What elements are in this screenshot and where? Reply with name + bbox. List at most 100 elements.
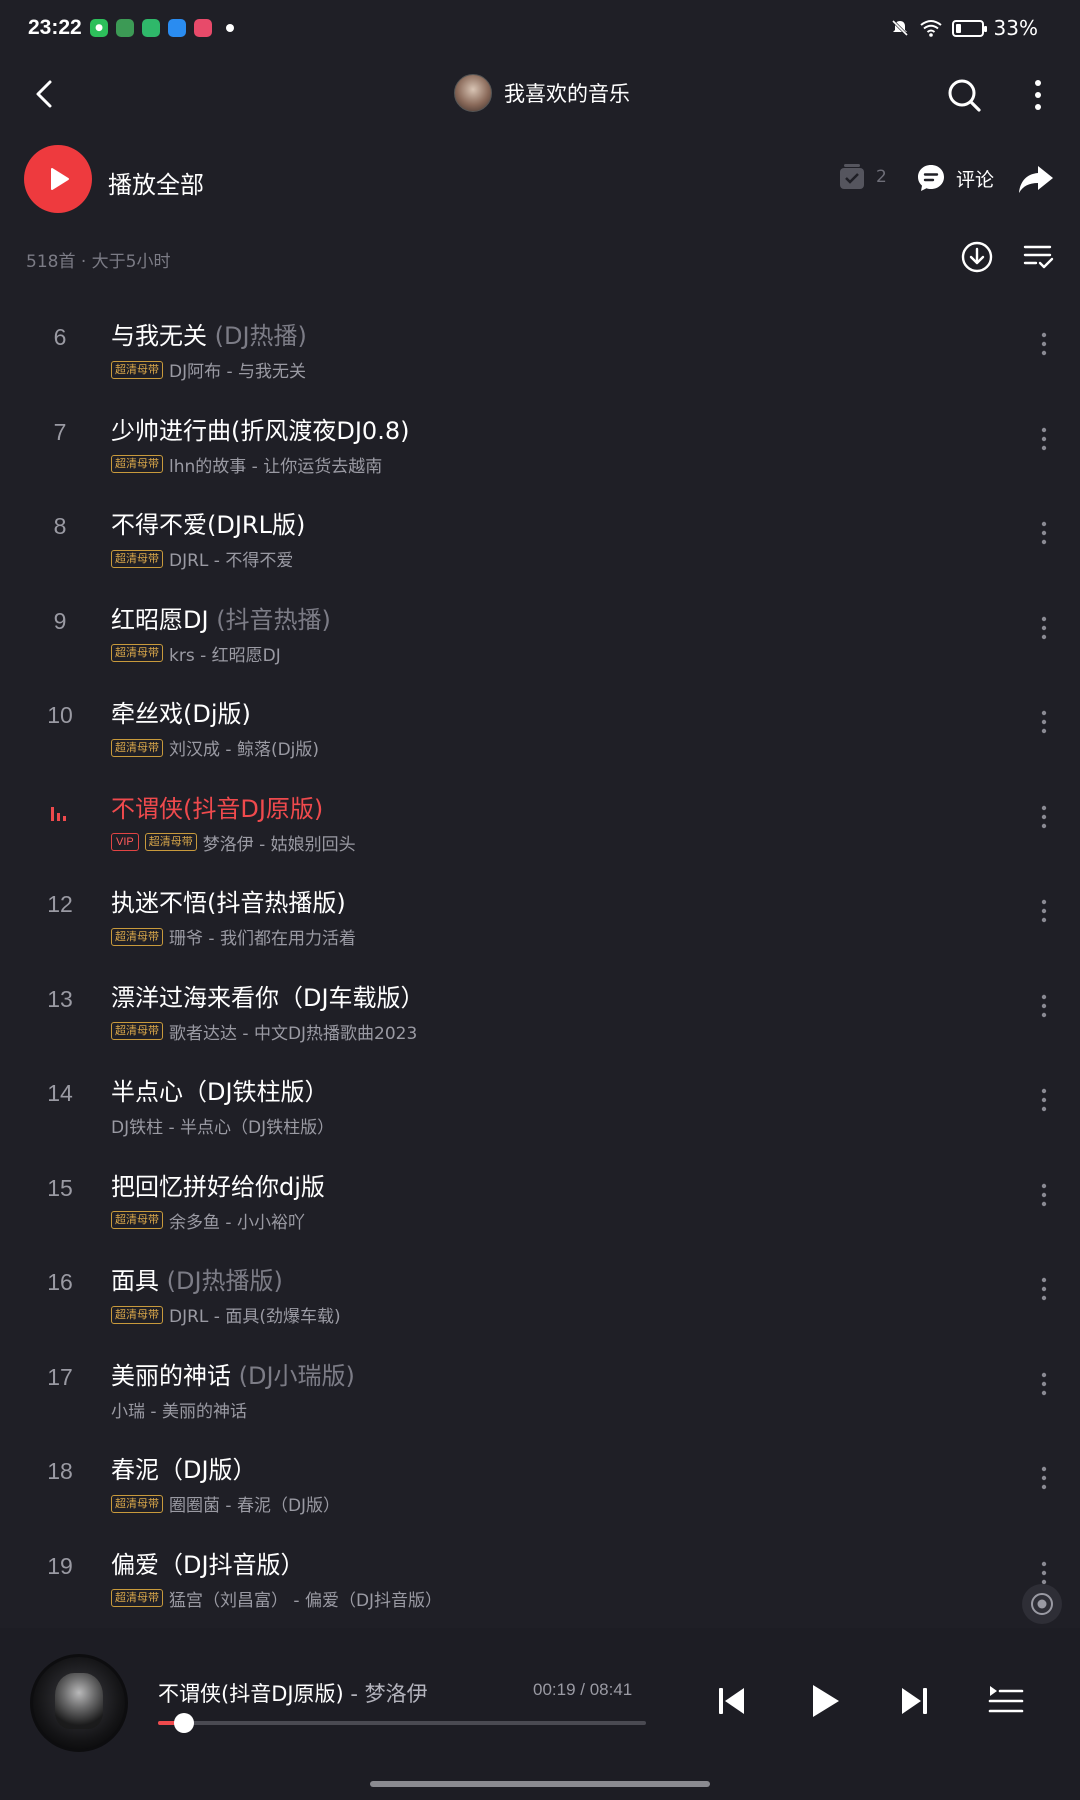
battery-percent: 33% bbox=[993, 16, 1038, 40]
song-artist-album: krs - 红昭愿DJ bbox=[169, 645, 281, 666]
song-artist-album: 猛宫（刘昌富） - 偏爱（DJ抖音版） bbox=[169, 1590, 443, 1611]
song-title: 不谓侠(抖音DJ原版) bbox=[111, 794, 324, 823]
home-indicator[interactable] bbox=[370, 1781, 710, 1787]
more-icon[interactable] bbox=[1036, 1464, 1052, 1492]
song-title-line: 与我无关 (DJ热播) bbox=[111, 316, 307, 351]
more-icon[interactable] bbox=[1036, 1275, 1052, 1303]
song-title: 面具 bbox=[111, 1267, 159, 1295]
song-row[interactable]: 15 把回忆拼好给你dj版 超清母带 余多鱼 - 小小裕吖 bbox=[0, 1147, 1080, 1241]
song-artist-album: 圈圈菌 - 春泥（DJ版） bbox=[169, 1496, 341, 1516]
more-icon[interactable] bbox=[1036, 425, 1052, 453]
search-button[interactable] bbox=[944, 75, 984, 115]
song-artist-album: DJRL - 面具(劲爆车载) bbox=[169, 1307, 341, 1327]
playlist-header[interactable]: 我喜欢的音乐 bbox=[454, 74, 630, 112]
song-meta-line: 超清母带 DJ阿布 - 与我无关 bbox=[111, 357, 306, 382]
song-row[interactable]: 8 不得不爱(DJRL版) 超清母带 DJRL - 不得不爱 bbox=[0, 485, 1080, 579]
song-title-line: 不谓侠(抖音DJ原版) bbox=[111, 789, 323, 824]
song-row[interactable]: 13 漂洋过海来看你（DJ车载版） 超清母带 歌者达达 - 中文DJ热播歌曲2023 bbox=[0, 958, 1080, 1052]
qq-icon bbox=[168, 19, 186, 37]
wifi-icon bbox=[919, 20, 942, 37]
song-title-suffix: (DJ热播) bbox=[207, 322, 307, 350]
quality-badge: 超清母带 bbox=[111, 455, 163, 473]
song-title-line: 偏爱（DJ抖音版） bbox=[111, 1545, 305, 1580]
song-title: 不得不爱(DJRL版) bbox=[111, 511, 306, 539]
multiselect-icon bbox=[1023, 245, 1054, 269]
queue-button[interactable] bbox=[988, 1684, 1024, 1718]
more-icon[interactable] bbox=[1036, 1086, 1052, 1114]
song-row[interactable]: 16 面具 (DJ热播版) 超清母带 DJRL - 面具(劲爆车载) bbox=[0, 1241, 1080, 1335]
song-row[interactable]: 19 偏爱（DJ抖音版） 超清母带 猛宫（刘昌富） - 偏爱（DJ抖音版） bbox=[0, 1525, 1080, 1619]
quality-badge: 超清母带 bbox=[111, 644, 163, 662]
more-icon[interactable] bbox=[1036, 519, 1052, 547]
song-row[interactable]: 7 少帅进行曲(折风渡夜DJ0.8) 超清母带 lhn的故事 - 让你运货去越南 bbox=[0, 391, 1080, 485]
comment-label: 评论 bbox=[956, 168, 995, 191]
song-meta-line: VIP 超清母带 梦洛伊 - 姑娘别回头 bbox=[111, 830, 356, 855]
song-title-suffix: (抖音热播) bbox=[208, 605, 331, 634]
song-title-line: 红昭愿DJ (抖音热播) bbox=[111, 600, 331, 635]
more-icon[interactable] bbox=[1036, 614, 1052, 642]
song-row[interactable]: 10 牵丝戏(Dj版) 超清母带 刘汉成 - 鲸落(Dj版) bbox=[0, 674, 1080, 768]
more-icon[interactable] bbox=[1036, 1370, 1052, 1398]
song-index: 7 bbox=[53, 418, 67, 445]
song-title-line: 美丽的神话 (DJ小瑞版) bbox=[111, 1356, 355, 1391]
song-row[interactable]: 18 春泥（DJ版） 超清母带 圈圈菌 - 春泥（DJ版） bbox=[0, 1430, 1080, 1524]
more-icon bbox=[1035, 80, 1041, 110]
song-row[interactable]: 14 半点心（DJ铁柱版） DJ铁柱 - 半点心（DJ铁柱版） bbox=[0, 1052, 1080, 1146]
locate-icon bbox=[1031, 1593, 1053, 1615]
more-icon[interactable] bbox=[1036, 897, 1052, 925]
back-button[interactable] bbox=[28, 72, 64, 116]
song-meta-line: 超清母带 DJRL - 不得不爱 bbox=[111, 546, 293, 571]
song-title-suffix: (DJ小瑞版) bbox=[231, 1361, 355, 1390]
more-button[interactable] bbox=[1030, 76, 1046, 116]
song-row[interactable]: 6 与我无关 (DJ热播) 超清母带 DJ阿布 - 与我无关 bbox=[0, 296, 1080, 390]
play-all-label[interactable]: 播放全部 bbox=[108, 165, 204, 200]
more-icon[interactable] bbox=[1036, 330, 1052, 358]
song-index: 19 bbox=[47, 1552, 73, 1579]
more-icon[interactable] bbox=[1036, 803, 1052, 831]
song-index: 9 bbox=[53, 607, 67, 634]
play-pause-button[interactable] bbox=[808, 1682, 842, 1720]
progress-bar[interactable] bbox=[158, 1713, 646, 1733]
song-meta-line: 超清母带 圈圈菌 - 春泥（DJ版） bbox=[111, 1491, 340, 1516]
more-icon[interactable] bbox=[1036, 708, 1052, 736]
song-row[interactable]: 12 执迷不悟(抖音热播版) 超清母带 珊爷 - 我们都在用力活着 bbox=[0, 863, 1080, 957]
song-title: 春泥（DJ版） bbox=[111, 1456, 257, 1484]
song-row[interactable]: 不谓侠(抖音DJ原版) VIP 超清母带 梦洛伊 - 姑娘别回头 bbox=[0, 769, 1080, 863]
app-icon bbox=[142, 19, 160, 37]
comment-button[interactable]: 评论 bbox=[916, 163, 994, 193]
download-button[interactable] bbox=[960, 240, 994, 274]
song-index: 17 bbox=[47, 1363, 73, 1390]
song-title: 执迷不悟(抖音热播版) bbox=[111, 889, 346, 917]
back-icon bbox=[36, 80, 52, 108]
locate-current-button[interactable] bbox=[1022, 1584, 1062, 1624]
previous-button[interactable] bbox=[716, 1684, 748, 1718]
song-title-line: 把回忆拼好给你dj版 bbox=[111, 1167, 325, 1202]
more-icon[interactable] bbox=[1036, 992, 1052, 1020]
play-icon bbox=[813, 1685, 839, 1717]
song-title: 牵丝戏(Dj版) bbox=[111, 700, 251, 728]
player-song-info[interactable]: 不谓侠(抖音DJ原版) - 梦洛伊 bbox=[158, 1678, 428, 1708]
select-button[interactable]: 2 bbox=[838, 163, 887, 191]
next-button[interactable] bbox=[898, 1684, 930, 1718]
queue-icon bbox=[988, 1686, 1024, 1713]
song-artist-album: DJ铁柱 - 半点心（DJ铁柱版） bbox=[111, 1118, 335, 1138]
song-meta-line: 超清母带 猛宫（刘昌富） - 偏爱（DJ抖音版） bbox=[111, 1586, 442, 1611]
battery-level bbox=[955, 23, 961, 33]
play-all-button[interactable] bbox=[24, 145, 92, 213]
app-icon bbox=[116, 19, 134, 37]
checkbox-icon bbox=[840, 164, 864, 189]
player-cover[interactable] bbox=[30, 1654, 128, 1752]
song-row[interactable]: 17 美丽的神话 (DJ小瑞版) 小瑞 - 美丽的神话 bbox=[0, 1336, 1080, 1430]
song-artist-album: 小瑞 - 美丽的神话 bbox=[111, 1401, 247, 1422]
song-title: 美丽的神话 bbox=[111, 1361, 231, 1390]
song-index: 10 bbox=[47, 702, 73, 728]
prev-icon bbox=[719, 1688, 744, 1714]
song-row[interactable]: 9 红昭愿DJ (抖音热播) 超清母带 krs - 红昭愿DJ bbox=[0, 580, 1080, 674]
more-icon[interactable] bbox=[1036, 1559, 1052, 1587]
song-meta-line: 超清母带 lhn的故事 - 让你运货去越南 bbox=[111, 452, 382, 477]
multiselect-button[interactable] bbox=[1022, 242, 1056, 272]
share-button[interactable] bbox=[1016, 162, 1056, 198]
song-title: 把回忆拼好给你dj版 bbox=[111, 1172, 325, 1201]
more-icon[interactable] bbox=[1036, 1181, 1052, 1209]
status-time: 23:22 bbox=[28, 16, 82, 39]
